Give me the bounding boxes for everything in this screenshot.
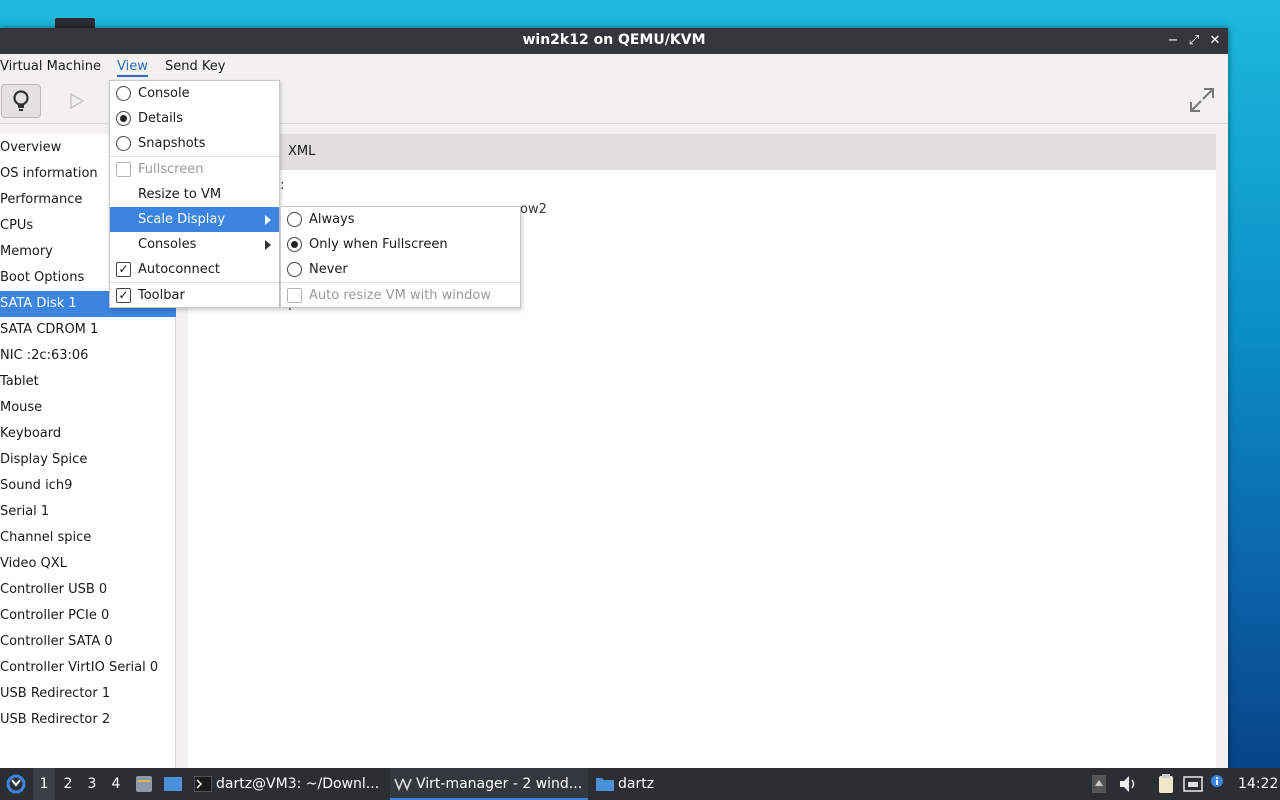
close-button[interactable]: ✕	[1206, 31, 1224, 51]
view-menu: Console Details Snapshots Fullscreen Res…	[109, 80, 280, 308]
menu-item-snapshots[interactable]: Snapshots	[110, 131, 279, 156]
desktop-panel-stub	[55, 18, 95, 28]
sidebar-item-video-qxl[interactable]: Video QXL	[0, 551, 176, 577]
title-bar[interactable]: win2k12 on QEMU/KVM − ⤢ ✕	[0, 28, 1228, 54]
clock[interactable]: 14:22	[1238, 768, 1278, 800]
autoconnect-checkbox: ✓	[116, 262, 131, 277]
task-label: Virt-manager - 2 wind...	[416, 776, 583, 792]
sidebar-item-usb-redirector-1[interactable]: USB Redirector 1	[0, 681, 176, 707]
sidebar-item-controller-usb-0[interactable]: Controller USB 0	[0, 577, 176, 603]
sidebar-item-mouse[interactable]: Mouse	[0, 395, 176, 421]
only-when-fullscreen-radio	[287, 237, 302, 252]
menu-item-console[interactable]: Console	[110, 81, 279, 106]
volume-button[interactable]	[1118, 768, 1138, 800]
sidebar-item-usb-redirector-2[interactable]: USB Redirector 2	[0, 707, 176, 733]
submenu-arrow-icon	[265, 215, 271, 225]
desktop-icon	[164, 777, 182, 791]
chevron-up-icon	[1092, 775, 1106, 793]
desktop-launcher[interactable]	[162, 768, 184, 800]
file-manager-launcher[interactable]	[134, 768, 154, 800]
volume-icon	[1120, 776, 1135, 792]
sidebar-item-nic[interactable]: NIC :2c:63:06	[0, 343, 176, 369]
start-menu-button[interactable]	[4, 768, 28, 800]
menu-item-scale-display[interactable]: Scale Display	[110, 207, 279, 232]
sidebar-item-display-spice[interactable]: Display Spice	[0, 447, 176, 473]
workspace-1[interactable]: 1	[33, 768, 55, 800]
sidebar-item-controller-pcie-0[interactable]: Controller PCIe 0	[0, 603, 176, 629]
task-virt-manager[interactable]: Virt-manager - 2 wind...	[390, 768, 588, 800]
snapshots-radio	[116, 136, 131, 151]
network-button[interactable]	[1182, 768, 1204, 800]
lightbulb-icon	[13, 90, 29, 111]
sidebar-item-serial-1[interactable]: Serial 1	[0, 499, 176, 525]
info-icon	[1211, 775, 1223, 787]
sidebar-item-sata-cdrom-1[interactable]: SATA CDROM 1	[0, 317, 176, 343]
task-terminal[interactable]: dartz@VM3: ~/Downl...	[190, 768, 386, 800]
menu-send-key[interactable]: Send Key	[165, 59, 225, 74]
taskbar: 1 2 3 4 dartz@VM3: ~/Downl... Virt-manag…	[0, 768, 1280, 800]
clipboard-icon	[1159, 774, 1173, 793]
network-icon	[1183, 776, 1203, 792]
workspace-4[interactable]: 4	[105, 768, 127, 800]
folder-icon	[596, 778, 614, 791]
menu-item-consoles[interactable]: Consoles	[110, 232, 279, 257]
play-icon	[70, 92, 85, 110]
notification-button[interactable]	[1208, 768, 1226, 800]
tray-expand-button[interactable]	[1090, 768, 1108, 800]
menu-virtual-machine[interactable]: Virtual Machine	[0, 59, 101, 74]
task-label: dartz	[618, 776, 655, 792]
clipboard-button[interactable]	[1156, 768, 1176, 800]
files-icon	[136, 776, 152, 792]
terminal-icon	[194, 776, 212, 792]
menu-item-never[interactable]: Never	[281, 257, 520, 282]
console-radio	[116, 86, 131, 101]
fullscreen-checkbox	[116, 162, 131, 177]
always-radio	[287, 212, 302, 227]
details-toggle-button[interactable]	[1, 84, 41, 118]
maximize-button[interactable]: ⤢	[1185, 31, 1203, 51]
sidebar-item-keyboard[interactable]: Keyboard	[0, 421, 176, 447]
toolbar-checkbox: ✓	[116, 288, 131, 303]
auto-resize-checkbox	[287, 288, 302, 303]
minimize-button[interactable]: −	[1164, 31, 1182, 51]
menu-item-autoconnect[interactable]: ✓ Autoconnect	[110, 257, 279, 282]
task-folder[interactable]: dartz	[592, 768, 672, 800]
menu-item-toolbar[interactable]: ✓ Toolbar	[110, 283, 279, 308]
sidebar-item-controller-virtio-serial-0[interactable]: Controller VirtIO Serial 0	[0, 655, 176, 681]
never-radio	[287, 262, 302, 277]
details-tab-bar: XML	[188, 134, 1216, 170]
menu-item-only-when-fullscreen[interactable]: Only when Fullscreen	[281, 232, 520, 257]
menu-bar: Virtual Machine View Send Key	[0, 54, 1228, 80]
menu-item-details[interactable]: Details	[110, 106, 279, 131]
sidebar-item-sound-ich9[interactable]: Sound ich9	[0, 473, 176, 499]
details-radio	[116, 111, 131, 126]
sidebar-item-channel-spice[interactable]: Channel spice	[0, 525, 176, 551]
sidebar-item-tablet[interactable]: Tablet	[0, 369, 176, 395]
workspace-3[interactable]: 3	[81, 768, 103, 800]
menu-item-fullscreen[interactable]: Fullscreen	[110, 157, 279, 182]
virt-manager-icon	[394, 778, 412, 792]
menu-item-auto-resize[interactable]: Auto resize VM with window	[281, 283, 520, 308]
details-fragment-path: ow2	[520, 202, 547, 217]
fullscreen-button[interactable]	[1188, 86, 1216, 114]
expand-icon	[1190, 88, 1214, 112]
start-logo-icon	[6, 774, 26, 794]
workspace-2[interactable]: 2	[57, 768, 79, 800]
tab-xml[interactable]: XML	[288, 144, 315, 159]
window-title: win2k12 on QEMU/KVM	[522, 32, 706, 48]
menu-view[interactable]: View	[117, 59, 148, 77]
sidebar-item-controller-sata-0[interactable]: Controller SATA 0	[0, 629, 176, 655]
scale-display-submenu: Always Only when Fullscreen Never Auto r…	[280, 206, 521, 308]
details-fragment-colon: :	[280, 178, 285, 193]
menu-item-always[interactable]: Always	[281, 207, 520, 232]
task-label: dartz@VM3: ~/Downl...	[216, 776, 380, 792]
menu-item-resize-to-vm[interactable]: Resize to VM	[110, 182, 279, 207]
submenu-arrow-icon	[265, 240, 271, 250]
run-button[interactable]	[66, 90, 88, 112]
